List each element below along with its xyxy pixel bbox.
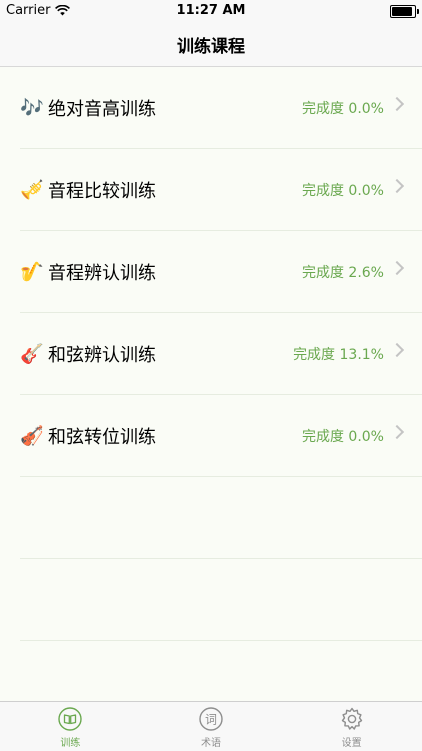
battery-icon	[390, 5, 419, 18]
tab-terms[interactable]: 词 术语	[141, 702, 282, 751]
course-title: 和弦转位训练	[48, 426, 156, 448]
course-title: 绝对音高训练	[48, 98, 156, 120]
empty-row	[20, 559, 422, 641]
chevron-right-icon	[389, 424, 405, 440]
course-row-chord-identification[interactable]: 🎸 和弦辨认训练 完成度 13.1%	[20, 313, 422, 395]
course-title: 和弦辨认训练	[48, 344, 156, 366]
page-title: 训练课程	[177, 36, 245, 57]
status-bar: Carrier 11:27 AM	[0, 0, 422, 22]
chevron-right-icon	[389, 342, 405, 358]
tab-training[interactable]: 训练	[0, 702, 141, 751]
course-title: 音程比较训练	[48, 180, 156, 202]
course-row-chord-inversion[interactable]: 🎻 和弦转位训练 完成度 0.0%	[20, 395, 422, 477]
course-progress: 完成度 13.1%	[293, 346, 384, 363]
status-time: 11:27 AM	[176, 3, 246, 18]
course-title: 音程辨认训练	[48, 262, 156, 284]
course-row-interval-identification[interactable]: 🎷 音程辨认训练 完成度 2.6%	[20, 231, 422, 313]
violin-icon: 🎻	[20, 425, 44, 447]
gear-icon	[341, 707, 362, 730]
chevron-right-icon	[389, 96, 405, 112]
course-row-interval-comparison[interactable]: 🎺 音程比较训练 完成度 0.0%	[20, 149, 422, 231]
course-progress: 完成度 0.0%	[301, 182, 384, 199]
saxophone-icon: 🎷	[20, 261, 44, 283]
chevron-right-icon	[389, 260, 405, 276]
book-icon	[58, 707, 83, 731]
navigation-bar: 训练课程	[0, 22, 422, 67]
svg-text:词: 词	[205, 713, 217, 727]
course-row-absolute-pitch[interactable]: 🎶 绝对音高训练 完成度 0.0%	[20, 67, 422, 149]
empty-row	[20, 477, 422, 559]
course-progress: 完成度 0.0%	[301, 100, 384, 117]
course-progress: 完成度 2.6%	[301, 264, 384, 281]
tab-bar: 训练 词 术语 设置	[0, 701, 422, 751]
tab-label: 设置	[341, 738, 362, 749]
tab-label: 训练	[60, 738, 81, 749]
course-progress: 完成度 0.0%	[301, 428, 384, 445]
battery-fill	[392, 7, 412, 16]
chevron-right-icon	[389, 178, 405, 194]
course-list: 🎶 绝对音高训练 完成度 0.0% 🎺 音程比较训练 完成度 0.0% 🎷 音程…	[0, 67, 422, 641]
trumpet-icon: 🎺	[20, 179, 44, 201]
tab-settings[interactable]: 设置	[281, 702, 422, 751]
tab-label: 术语	[201, 738, 221, 749]
guitar-icon: 🎸	[20, 343, 44, 365]
dictionary-icon: 词	[199, 707, 223, 731]
music-notes-icon: 🎶	[20, 97, 44, 119]
